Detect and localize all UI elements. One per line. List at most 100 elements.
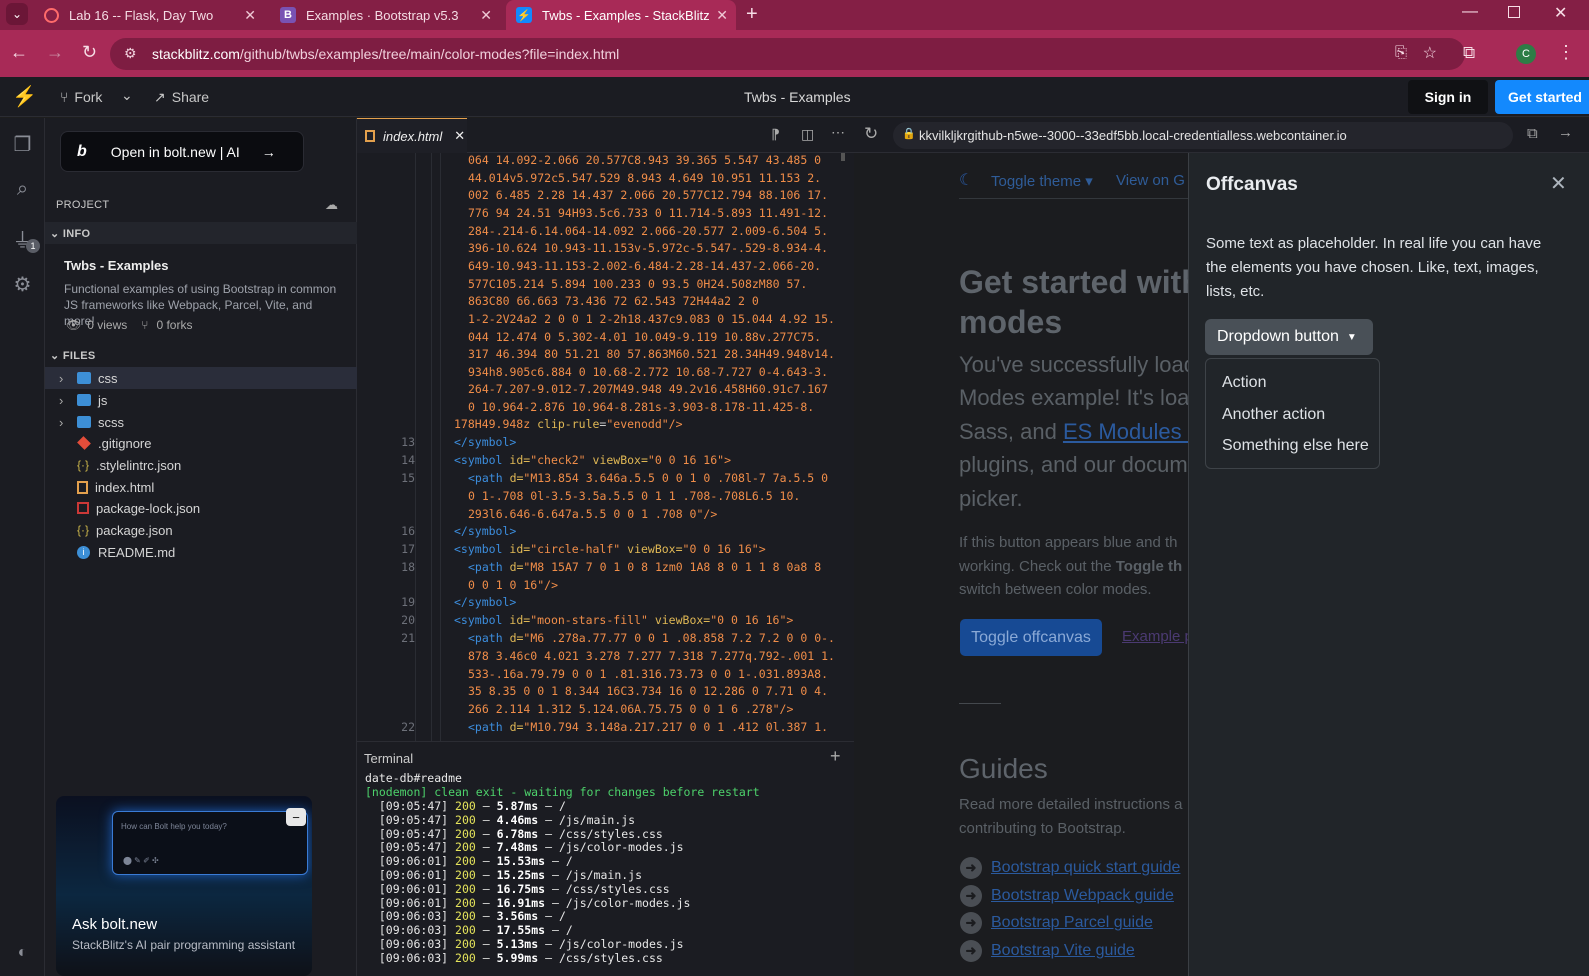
file-tree-item[interactable]: {·} package.json <box>45 519 357 541</box>
code-line: 044 12.474 0 5.302-4.01 10.049-9.119 10.… <box>468 329 822 344</box>
site-info-icon[interactable]: ⚙ <box>124 45 137 62</box>
add-terminal-button[interactable]: + <box>830 746 841 767</box>
extensions-icon[interactable]: ⧉ <box>1463 43 1475 63</box>
page-heading: Get started with <box>959 264 1201 300</box>
tab-title: Lab 16 -- Flask, Day Two <box>69 7 214 23</box>
editor-tab-index-html[interactable]: index.html ✕ <box>357 118 467 153</box>
file-tree-item[interactable]: {·} .stylelintrc.json <box>45 454 357 476</box>
es-modules-link[interactable]: ES Modules S <box>1063 419 1202 444</box>
url-bar[interactable]: ⚙ stackblitz.com/github/twbs/examples/tr… <box>110 38 1465 70</box>
open-in-bolt-button[interactable]: b Open in bolt.new | AI → <box>60 131 304 172</box>
collapse-card-button[interactable]: − <box>286 808 306 826</box>
close-icon[interactable]: ✕ <box>1550 171 1567 196</box>
code-line: 878 3.46c0 4.021 3.278 7.277 7.318 7.277… <box>468 649 835 663</box>
chevron-down-icon: ⌄ <box>50 228 63 240</box>
loading-spinner-icon <box>44 7 59 23</box>
ask-bolt-title: Ask bolt.new <box>72 916 158 933</box>
settings-gear-icon[interactable]: ⚙ <box>0 272 45 297</box>
terminal-log-line: [09:06:01] 200 — 16.75ms — /css/styles.c… <box>378 881 670 896</box>
maximize-button[interactable] <box>1508 6 1520 18</box>
forward-icon[interactable]: → <box>46 42 64 63</box>
editor-tab-label: index.html <box>383 128 443 144</box>
close-icon[interactable]: ✕ <box>454 128 465 144</box>
close-icon[interactable]: ✕ <box>244 7 256 24</box>
new-tab-button[interactable]: + <box>746 3 758 26</box>
browser-menu-icon[interactable]: ⋮ <box>1557 42 1575 63</box>
dropdown-item-something-else[interactable]: Something else here <box>1222 437 1369 455</box>
file-tree-item[interactable]: › scss <box>45 411 357 433</box>
terminal-log-line: [09:05:47] 200 — 7.48ms — /js/color-mode… <box>378 840 684 855</box>
guide-link[interactable]: Bootstrap Parcel guide <box>991 914 1153 932</box>
info-section-header[interactable]: ⌄ INFO <box>50 227 90 240</box>
tab-search-button[interactable]: ⌄ <box>6 3 28 25</box>
terminal-title: Terminal <box>364 751 414 766</box>
terminal-panel[interactable]: Terminal + date-db#readme [nodemon] clea… <box>357 741 854 976</box>
back-icon[interactable]: ← <box>10 42 28 63</box>
guide-link[interactable]: Bootstrap Webpack guide <box>991 887 1174 905</box>
file-tree-item[interactable]: index.html <box>45 476 357 498</box>
close-icon[interactable]: ✕ <box>716 7 728 24</box>
lead-text: Sass, and ES Modules S <box>959 419 1202 445</box>
line-number: 19 <box>401 595 415 609</box>
file-tree-item[interactable]: .gitignore <box>45 432 357 454</box>
file-name: .gitignore <box>98 435 152 451</box>
install-app-icon[interactable]: ⎘ <box>1395 44 1407 61</box>
split-editor-icon[interactable]: ◫ <box>801 126 814 143</box>
project-name: Twbs - Examples <box>64 258 169 273</box>
file-tree-item[interactable]: package-lock.json <box>45 497 357 519</box>
file-name: css <box>98 370 118 386</box>
example-link[interactable]: Example p <box>1122 628 1193 645</box>
format-icon[interactable]: ⁋ <box>771 126 780 143</box>
dropdown-button[interactable]: Dropdown button ▼ <box>1205 319 1373 355</box>
code-line: 002 6.485 2.28 14.437 2.066 20.577C12.79… <box>468 188 829 203</box>
bolt-chat-input[interactable]: How can Bolt help you today? ⬤ ✎ ✐ ✣ <box>112 811 308 875</box>
bookmark-star-icon[interactable]: ☆ <box>1423 43 1437 63</box>
theme-toggle-icon[interactable]: ◐ <box>0 944 45 962</box>
stackblitz-logo-icon[interactable]: ⚡ <box>12 84 37 109</box>
dropdown-item-action[interactable]: Action <box>1222 374 1266 392</box>
reload-icon[interactable]: ↻ <box>82 42 97 63</box>
dropdown-item-another-action[interactable]: Another action <box>1222 406 1325 424</box>
profile-avatar[interactable]: C <box>1516 44 1536 64</box>
file-tree-item[interactable]: › js <box>45 389 357 411</box>
get-started-button[interactable]: Get started <box>1495 80 1589 114</box>
more-icon[interactable]: ⋯ <box>831 124 845 141</box>
browser-tab-lab16[interactable]: Lab 16 -- Flask, Day Two ✕ <box>34 0 264 30</box>
ask-bolt-card[interactable]: How can Bolt help you today? ⬤ ✎ ✐ ✣ − A… <box>56 796 312 976</box>
file-tree-item[interactable]: › css <box>45 367 357 389</box>
file-tree-item[interactable]: i README.md <box>45 541 357 563</box>
bolt-logo-icon: b <box>77 142 87 160</box>
files-icon[interactable]: ❐ <box>0 132 45 157</box>
minimize-button[interactable]: — <box>1462 3 1478 21</box>
file-name: .stylelintrc.json <box>96 457 182 473</box>
project-stats: 👁 0 views ⑂ 0 forks <box>66 318 192 332</box>
browser-tab-stackblitz[interactable]: ⚡ Twbs - Examples - StackBlitz ✕ <box>506 0 736 30</box>
code-line: 649-10.943-11.153-2.002-6.484-2.28-14.43… <box>468 258 822 273</box>
search-icon[interactable]: ⌕ <box>0 178 45 201</box>
info-section-row[interactable] <box>45 222 357 244</box>
cloud-download-icon[interactable]: ☁ <box>325 197 338 213</box>
project-section-header: PROJECT <box>56 199 110 211</box>
lead-text: plugins, and our docum <box>959 452 1188 477</box>
code-line: 064 14.092-2.066 20.577C8.943 39.365 5.5… <box>468 153 822 167</box>
fork-button[interactable]: ⑂ Fork <box>60 89 102 105</box>
files-section-header[interactable]: ⌄ FILES <box>50 349 96 362</box>
reload-preview-icon[interactable]: ↻ <box>864 124 878 144</box>
preview-url-bar[interactable]: 🔒 kkvilkljkrgithub-n5we--3000--33edf5bb.… <box>893 122 1513 149</box>
guides-text: contributing to Bootstrap. <box>959 820 1126 837</box>
guide-link[interactable]: Bootstrap quick start guide <box>991 859 1180 877</box>
open-new-window-icon[interactable]: ⧉ <box>1527 125 1538 142</box>
guide-link[interactable]: Bootstrap Vite guide <box>991 942 1135 960</box>
browser-tab-bootstrap[interactable]: B Examples · Bootstrap v5.3 ✕ <box>270 0 500 30</box>
arrow-right-icon[interactable]: → <box>1558 124 1573 141</box>
chevron-down-icon[interactable]: ⌄ <box>121 87 133 104</box>
sign-in-button[interactable]: Sign in <box>1408 80 1488 114</box>
share-button[interactable]: ↗ Share <box>154 89 209 106</box>
code-editor[interactable]: 064 14.092-2.066 20.577C8.943 39.365 5.5… <box>357 153 854 741</box>
terminal-log-line: [09:06:03] 200 — 3.56ms — / <box>378 909 566 924</box>
view-on-github-link[interactable]: View on G <box>1116 172 1185 189</box>
toggle-theme-button[interactable]: Toggle theme ▾ <box>991 172 1093 190</box>
toggle-offcanvas-button[interactable]: Toggle offcanvas <box>960 619 1102 656</box>
close-window-button[interactable]: ✕ <box>1554 3 1567 23</box>
close-icon[interactable]: ✕ <box>480 7 492 24</box>
